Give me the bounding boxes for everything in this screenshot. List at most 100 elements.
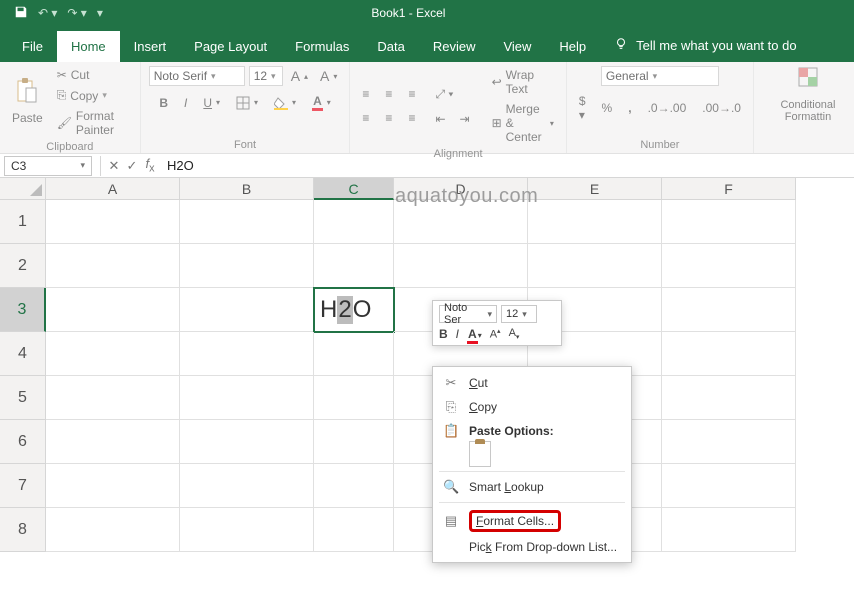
cell-f1[interactable]	[662, 200, 796, 244]
ctx-copy[interactable]: ⎘CopyCopy	[433, 395, 631, 419]
cell-f2[interactable]	[662, 244, 796, 288]
cell-f7[interactable]	[662, 464, 796, 508]
fx-icon[interactable]: fx	[141, 156, 159, 175]
tab-review[interactable]: Review	[419, 31, 490, 62]
cell-a8[interactable]	[46, 508, 180, 552]
enter-icon[interactable]: ✓	[123, 158, 141, 174]
cell-f3[interactable]	[662, 288, 796, 332]
cell-b4[interactable]	[180, 332, 314, 376]
orientation-icon[interactable]: ⤢ ▾	[431, 85, 473, 104]
mini-font-combo[interactable]: Noto Ser▾	[439, 305, 497, 323]
cell-c5[interactable]	[314, 376, 394, 420]
decrease-decimal-icon[interactable]: .00→.0	[698, 92, 745, 124]
cell-a1[interactable]	[46, 200, 180, 244]
cell-e1[interactable]	[528, 200, 662, 244]
cell-a2[interactable]	[46, 244, 180, 288]
cell-c3[interactable]: H2O	[314, 288, 394, 332]
row-header-7[interactable]: 7	[0, 464, 46, 508]
align-left-icon[interactable]: ≡	[358, 109, 373, 127]
align-right-icon[interactable]: ≡	[404, 109, 419, 127]
cancel-icon[interactable]: ✕	[105, 158, 123, 174]
cell-c2[interactable]	[314, 244, 394, 288]
wrap-text-button[interactable]: ↩Wrap Text	[488, 66, 558, 98]
row-header-8[interactable]: 8	[0, 508, 46, 552]
tab-help[interactable]: Help	[545, 31, 600, 62]
row-header-2[interactable]: 2	[0, 244, 46, 288]
mini-font-color-button[interactable]: A▾	[467, 327, 482, 341]
paste-button[interactable]: Paste	[8, 109, 47, 127]
percent-button[interactable]: %	[598, 92, 617, 124]
cell-c6[interactable]	[314, 420, 394, 464]
tab-insert[interactable]: Insert	[120, 31, 181, 62]
tab-page-layout[interactable]: Page Layout	[180, 31, 281, 62]
tab-formulas[interactable]: Formulas	[281, 31, 363, 62]
increase-decimal-icon[interactable]: .0→.00	[644, 92, 691, 124]
cell-b3[interactable]	[180, 288, 314, 332]
align-center-icon[interactable]: ≡	[381, 109, 396, 127]
indent-increase-icon[interactable]: ⇥	[456, 110, 474, 128]
increase-font-icon[interactable]: A▴	[287, 66, 312, 86]
ctx-smart-lookup[interactable]: 🔍Smart LookupSmart Lookup	[433, 475, 631, 499]
ctx-pick-from-list[interactable]: Pick From Drop-down List...Pick From Dro…	[433, 536, 631, 558]
cell-e2[interactable]	[528, 244, 662, 288]
cell-c7[interactable]	[314, 464, 394, 508]
row-header-1[interactable]: 1	[0, 200, 46, 244]
cell-a5[interactable]	[46, 376, 180, 420]
name-box[interactable]: C3▾	[4, 156, 92, 176]
col-header-f[interactable]: F	[662, 178, 796, 200]
cell-b7[interactable]	[180, 464, 314, 508]
borders-button[interactable]: ▾	[232, 94, 262, 112]
col-header-c[interactable]: C	[314, 178, 394, 200]
mini-size-combo[interactable]: 12▾	[501, 305, 537, 323]
mini-increase-font-icon[interactable]: A▴	[490, 327, 501, 341]
cell-c8[interactable]	[314, 508, 394, 552]
cell-b2[interactable]	[180, 244, 314, 288]
formula-input[interactable]: H2O	[159, 158, 854, 173]
undo-icon[interactable]: ↶ ▾	[38, 6, 57, 20]
format-painter-button[interactable]: 🖌Format Painter	[53, 107, 132, 139]
cell-a6[interactable]	[46, 420, 180, 464]
col-header-d[interactable]: D	[394, 178, 528, 200]
cell-b8[interactable]	[180, 508, 314, 552]
font-size-combo[interactable]: 12▾	[249, 66, 283, 86]
comma-button[interactable]: ,	[624, 92, 635, 124]
mini-bold-button[interactable]: B	[439, 327, 448, 341]
select-all-corner[interactable]	[0, 178, 46, 200]
cell-b6[interactable]	[180, 420, 314, 464]
cell-f4[interactable]	[662, 332, 796, 376]
tab-data[interactable]: Data	[363, 31, 418, 62]
save-icon[interactable]	[14, 5, 28, 22]
mini-italic-button[interactable]: I	[456, 327, 459, 341]
copy-button[interactable]: ⎘Copy ▾	[53, 86, 132, 105]
cell-b1[interactable]	[180, 200, 314, 244]
cut-button[interactable]: ✂Cut	[53, 66, 132, 84]
col-header-a[interactable]: A	[46, 178, 180, 200]
row-header-6[interactable]: 6	[0, 420, 46, 464]
cell-c4[interactable]	[314, 332, 394, 376]
align-bottom-icon[interactable]: ≡	[404, 85, 419, 103]
redo-icon[interactable]: ↷ ▾	[67, 6, 86, 20]
currency-button[interactable]: $ ▾	[575, 92, 590, 124]
col-header-e[interactable]: E	[528, 178, 662, 200]
cell-c1[interactable]	[314, 200, 394, 244]
row-header-3[interactable]: 3	[0, 288, 46, 332]
cell-b5[interactable]	[180, 376, 314, 420]
underline-button[interactable]: U ▾	[199, 94, 224, 112]
cell-a4[interactable]	[46, 332, 180, 376]
row-header-5[interactable]: 5	[0, 376, 46, 420]
tell-me-input[interactable]: Tell me what you want to do	[636, 38, 796, 53]
align-top-icon[interactable]: ≡	[358, 85, 373, 103]
cell-a7[interactable]	[46, 464, 180, 508]
cell-d2[interactable]	[394, 244, 528, 288]
conditional-formatting-icon[interactable]	[797, 66, 819, 91]
number-format-combo[interactable]: General▾	[601, 66, 719, 86]
row-header-4[interactable]: 4	[0, 332, 46, 376]
cell-d1[interactable]	[394, 200, 528, 244]
ctx-format-cells[interactable]: ▤Format Cells...Format Cells...	[433, 506, 631, 536]
tab-view[interactable]: View	[489, 31, 545, 62]
align-middle-icon[interactable]: ≡	[381, 85, 396, 103]
fill-color-button[interactable]: ▾	[270, 94, 300, 112]
tab-home[interactable]: Home	[57, 31, 120, 62]
font-name-combo[interactable]: Noto Serif▾	[149, 66, 245, 86]
col-header-b[interactable]: B	[180, 178, 314, 200]
